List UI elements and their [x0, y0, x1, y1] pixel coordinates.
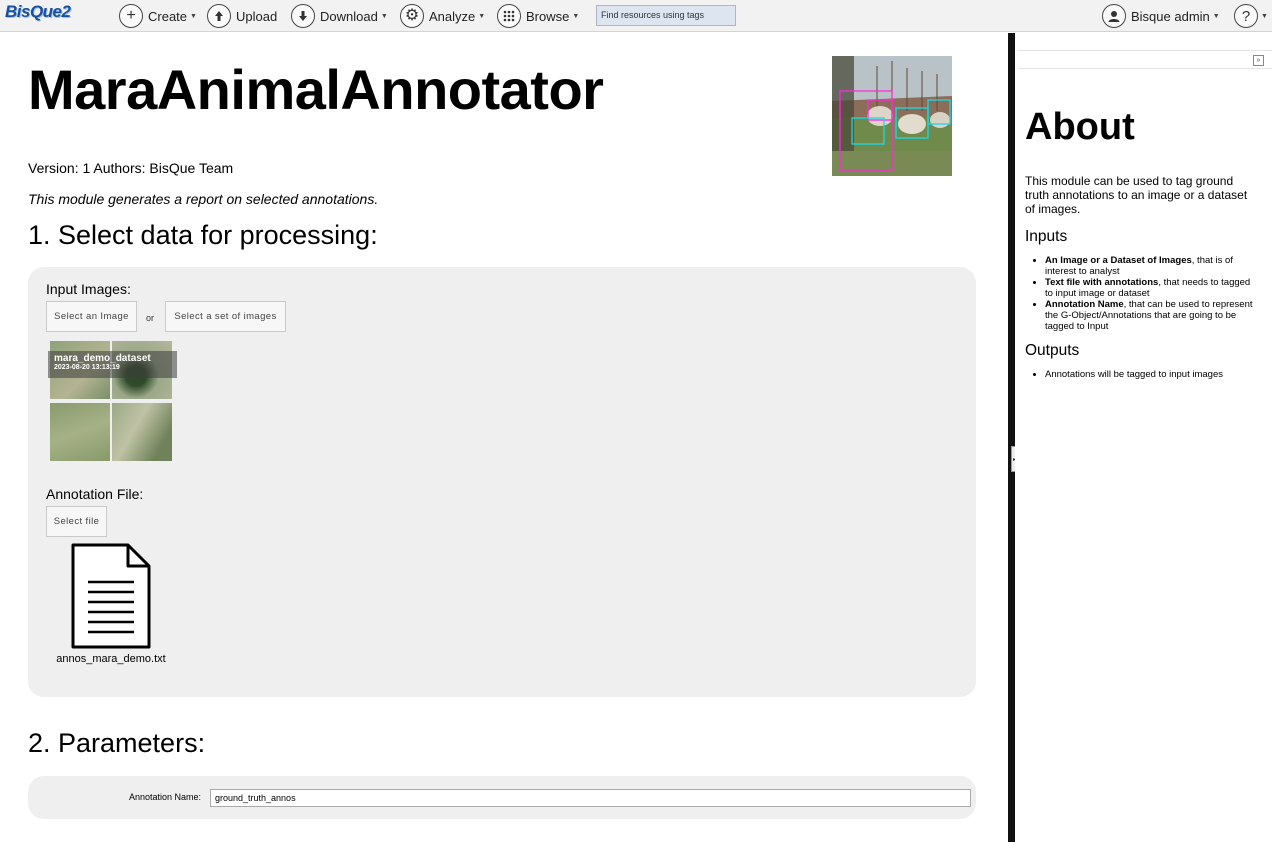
section-parameters-heading: 2. Parameters:: [28, 728, 206, 758]
select-image-set-button[interactable]: Select a set of images: [165, 301, 286, 332]
gears-icon: ⚙: [400, 4, 424, 28]
list-item: Annotations will be tagged to input imag…: [1045, 369, 1259, 380]
annotation-name-input[interactable]: ground_truth_annos: [210, 789, 971, 807]
chevron-down-icon: ▼: [380, 12, 388, 20]
or-separator: or: [146, 313, 155, 323]
tag-search-input[interactable]: Find resources using tags: [596, 5, 736, 26]
user-icon: [1102, 4, 1126, 28]
chevron-down-icon: ▼: [478, 12, 486, 20]
section-select-data-heading: 1. Select data for processing:: [28, 220, 378, 250]
module-main-panel: MaraAnimalAnnotator Version: 1 Authors: …: [0, 33, 1008, 842]
upload-button[interactable]: Upload: [207, 3, 277, 29]
dataset-thumbnail[interactable]: mara_demo_dataset 2023-08-20 13:13:19: [48, 341, 177, 463]
download-label: Download: [320, 8, 378, 24]
input-images-label: Input Images:: [46, 281, 131, 297]
module-thumbnail: [832, 56, 952, 176]
select-image-button[interactable]: Select an Image: [46, 301, 137, 332]
browse-label: Browse: [526, 8, 570, 24]
outputs-heading: Outputs: [1025, 342, 1080, 359]
about-panel-toolbar: »: [1018, 50, 1272, 69]
annotation-name-label: Annotation Name:: [129, 792, 202, 802]
create-label: Create: [148, 8, 188, 24]
dataset-tile-image: [112, 403, 172, 461]
dataset-caption: mara_demo_dataset 2023-08-20 13:13:19: [48, 351, 177, 378]
top-navigation-bar: BisQue2 + Create ▼ Upload Download ▼ ⚙ A…: [0, 0, 1272, 32]
select-file-button[interactable]: Select file: [46, 506, 107, 537]
dataset-tile-image: [50, 403, 110, 461]
analyze-menu[interactable]: ⚙ Analyze ▼: [400, 3, 485, 29]
chevron-down-icon: ▼: [190, 12, 197, 20]
create-menu[interactable]: + Create ▼: [119, 3, 197, 29]
double-chevron-right-icon[interactable]: »: [1253, 55, 1264, 66]
annotation-file-label: Annotation File:: [46, 486, 144, 502]
bisque-logo[interactable]: BisQue2: [5, 2, 71, 22]
about-heading: About: [1025, 106, 1135, 148]
list-item: Text file with annotations, that needs t…: [1045, 277, 1259, 299]
help-menu[interactable]: ? ▼: [1234, 3, 1268, 29]
text-file-icon[interactable]: [70, 542, 152, 650]
upload-label: Upload: [236, 8, 278, 24]
module-description: This module generates a report on select…: [28, 191, 379, 207]
module-version-authors: Version: 1 Authors: BisQue Team: [28, 160, 234, 176]
select-data-panel: Input Images: Select an Image or Select …: [28, 267, 976, 697]
about-panel: » About This module can be used to tag g…: [1015, 33, 1272, 842]
user-name: Bisque admin: [1131, 8, 1210, 24]
inputs-heading: Inputs: [1025, 228, 1068, 245]
dataset-name: mara_demo_dataset: [54, 353, 151, 364]
outputs-list: Annotations will be tagged to input imag…: [1045, 369, 1259, 380]
plus-circle-icon: +: [119, 4, 143, 28]
chevron-down-icon: ▼: [1261, 12, 1268, 20]
upload-icon: [207, 4, 231, 28]
download-icon: [291, 4, 315, 28]
download-menu[interactable]: Download ▼: [291, 3, 388, 29]
annotation-file-name: annos_mara_demo.txt: [56, 653, 166, 665]
chevron-down-icon: ▼: [1212, 12, 1220, 20]
parameters-panel: Annotation Name: ground_truth_annos: [28, 776, 976, 819]
about-text: This module can be used to tag ground tr…: [1025, 174, 1248, 216]
grid-icon: [497, 4, 521, 28]
user-menu[interactable]: Bisque admin ▼: [1102, 3, 1220, 29]
help-icon: ?: [1234, 4, 1258, 28]
browse-menu[interactable]: Browse ▼: [497, 3, 579, 29]
chevron-down-icon: ▼: [572, 12, 580, 20]
list-item: Annotation Name, that can be used to rep…: [1045, 299, 1259, 332]
analyze-label: Analyze: [429, 8, 476, 24]
module-title: MaraAnimalAnnotator: [28, 58, 604, 121]
inputs-list: An Image or a Dataset of Images, that is…: [1045, 255, 1259, 332]
list-item: An Image or a Dataset of Images, that is…: [1045, 255, 1259, 277]
dataset-date: 2023-08-20 13:13:19: [54, 364, 120, 371]
panel-splitter[interactable]: [1008, 33, 1015, 842]
